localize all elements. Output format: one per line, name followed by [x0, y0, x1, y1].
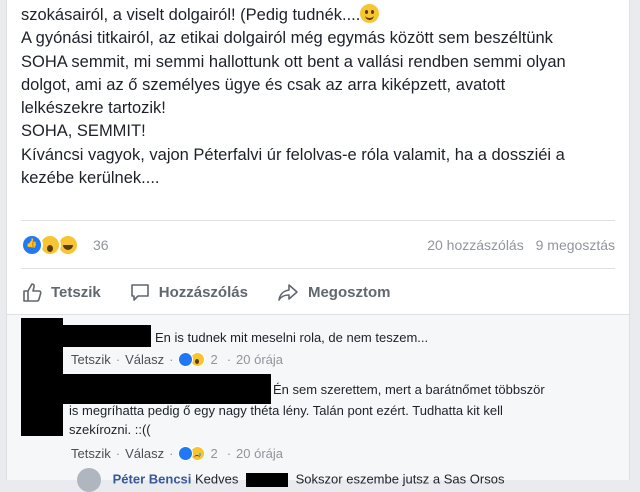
comment-reply-link[interactable]: Válasz — [125, 352, 164, 367]
comment-meta: Tetszik · Válasz · 2 · 20 órája — [71, 446, 284, 461]
comment-text: szekírozni. ::(( — [69, 422, 151, 437]
divider — [21, 220, 615, 221]
like-label: Tetszik — [51, 283, 101, 301]
stats-right: 20 hozzászólás 9 megosztás — [419, 237, 615, 253]
thumbs-up-icon — [23, 283, 42, 302]
comment-reaction-count[interactable]: 2 — [210, 352, 217, 367]
comment-reaction-count[interactable]: 2 — [210, 446, 217, 461]
comment-text: is megríhatta pedig ő egy nagy théta lén… — [69, 403, 503, 418]
post-card: szokásairól, a viselt dolgairól! (Pedig … — [6, 0, 630, 492]
post-stats: 36 20 hozzászólás 9 megosztás — [21, 232, 615, 256]
reply-text: Sokszor eszembe jutsz a Sas Orsos — [295, 471, 505, 487]
reaction-summary[interactable] — [21, 234, 79, 256]
reaction-count[interactable]: 36 — [93, 237, 109, 253]
reply-preview: Péter Bencsi Kedves Sokszor eszembe juts… — [77, 468, 504, 492]
post-line: SOHA semmit, mi semmi hallottunk ott ben… — [21, 52, 566, 71]
like-reaction-icon — [21, 234, 43, 256]
post-line: A gyónási titkairól, az etikai dolgairól… — [21, 29, 553, 48]
smiley-icon — [360, 4, 380, 23]
redacted-name — [246, 473, 289, 487]
comment-icon — [130, 284, 149, 301]
avatar[interactable] — [77, 468, 101, 492]
reply-text: Kedves — [195, 471, 239, 487]
share-count-link[interactable]: 9 megosztás — [536, 237, 615, 253]
share-label: Megosztom — [307, 283, 391, 301]
comment-like-link[interactable]: Tetszik — [71, 352, 111, 367]
post-body: szokásairól, a viselt dolgairól! (Pedig … — [21, 4, 621, 190]
comment-reply-link[interactable]: Válasz — [125, 446, 164, 461]
post-line: lelkészekre tartozik! — [21, 99, 166, 118]
post-line: kezébe kerülnek.... — [21, 169, 160, 188]
share-icon — [278, 284, 298, 301]
reply-author-link[interactable]: Péter Bencsi — [113, 471, 192, 486]
comment-like-link[interactable]: Tetszik — [71, 446, 111, 461]
share-button[interactable]: Megosztom — [276, 276, 391, 308]
comment-meta: Tetszik · Válasz · 2 · 20 órája — [71, 352, 284, 367]
comment-button[interactable]: Hozzászólás — [129, 276, 248, 308]
comment-time[interactable]: 20 órája — [236, 446, 283, 461]
like-button[interactable]: Tetszik — [21, 276, 101, 308]
redacted-name — [63, 325, 151, 347]
post-line: SOHA, SEMMIT! — [21, 122, 146, 141]
post-line: dolgot, ami az ő személyes ügye és csak … — [21, 75, 506, 94]
comment-count-link[interactable]: 20 hozzászólás — [427, 237, 524, 253]
comment-label: Hozzászólás — [158, 283, 248, 301]
post-line: Kíváncsi vagyok, vajon Péterfalvi úr fel… — [21, 145, 565, 164]
comment-time[interactable]: 20 órája — [236, 352, 283, 367]
action-bar: Tetszik Hozzászólás Megosztom — [21, 276, 615, 308]
redacted-avatar — [21, 318, 63, 436]
redacted-name — [63, 374, 271, 404]
divider — [21, 268, 615, 269]
post-line: szokásairól, a viselt dolgairól! (Pedig … — [21, 4, 621, 27]
comment-text: Én sem szerettem, mert a barátnőmet több… — [273, 382, 545, 397]
comment-text: En is tudnek mit meselni rola, de nem te… — [155, 330, 429, 345]
